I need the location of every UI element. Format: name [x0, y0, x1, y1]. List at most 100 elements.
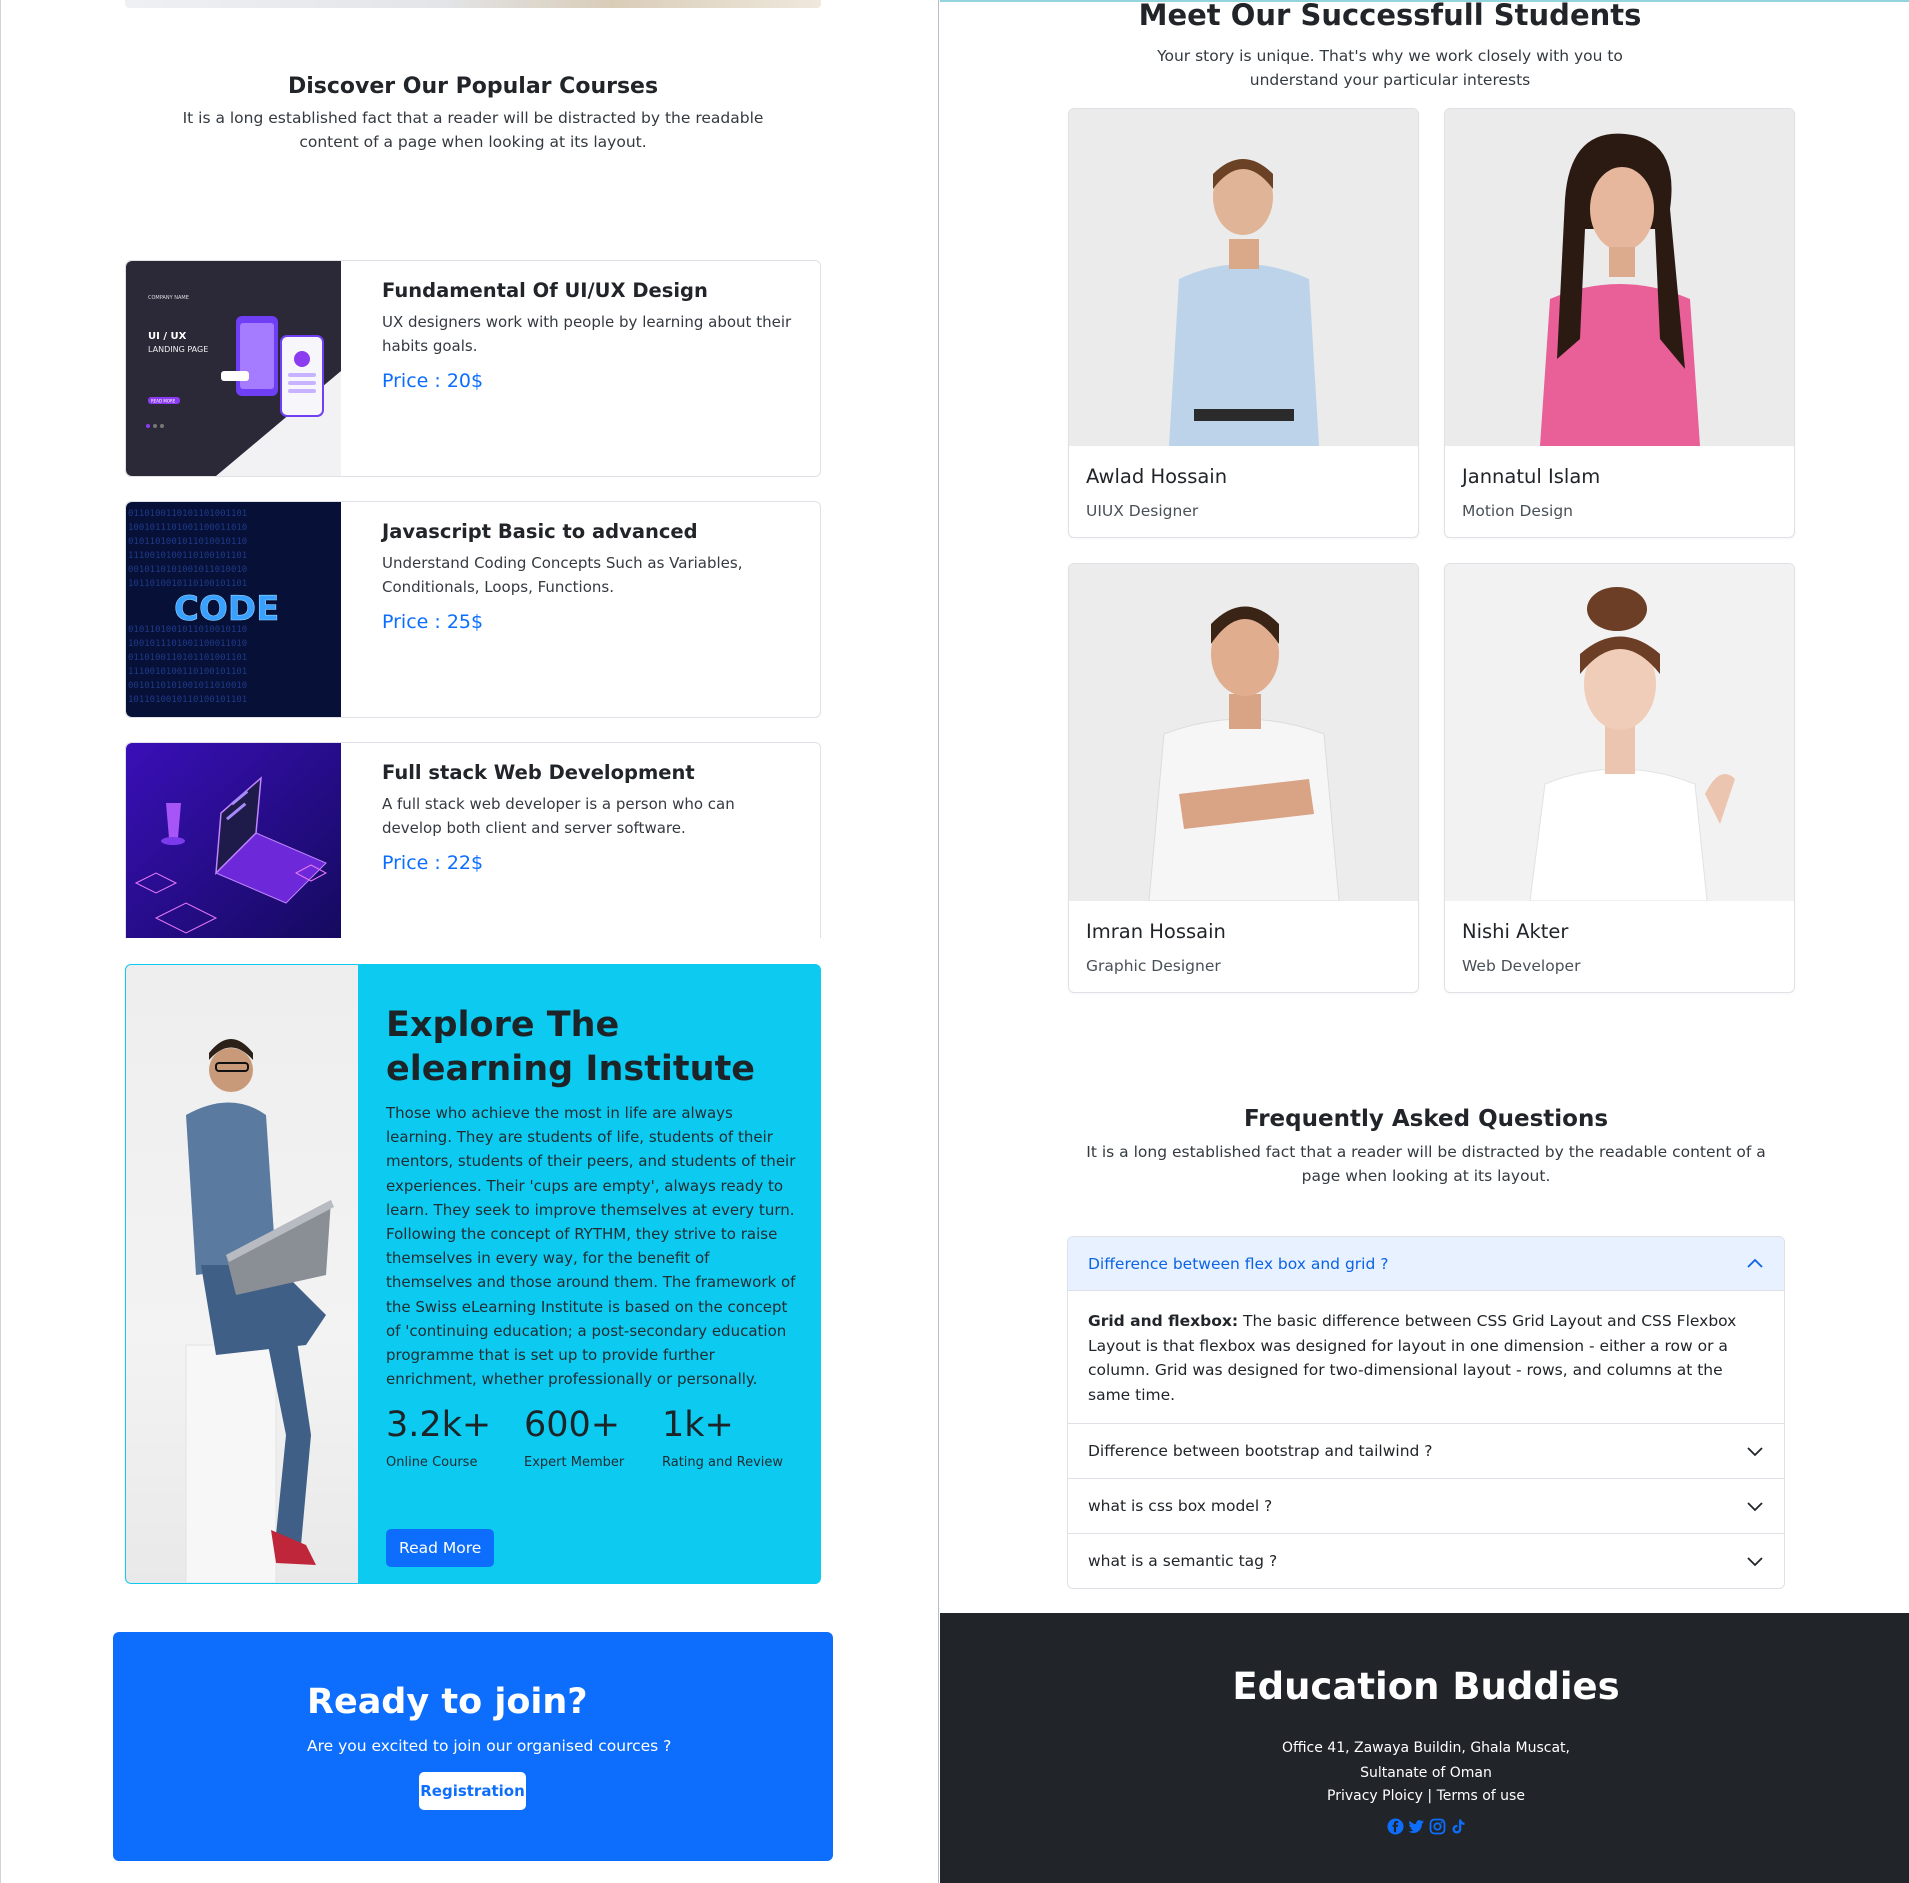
accordion-toggle[interactable]: Difference between bootstrap and tailwin…: [1068, 1424, 1784, 1478]
accordion-question: what is css box model ?: [1088, 1497, 1273, 1515]
course-title: Full stack Web Development: [382, 761, 695, 784]
students-section-subtitle: Your story is unique. That's why we work…: [940, 44, 1840, 92]
svg-text:0101101001011010010110: 0101101001011010010110: [128, 537, 247, 547]
stat-value: 1k+: [662, 1405, 734, 1446]
thumb-button: READ MORE: [151, 399, 176, 404]
chevron-up-icon: [1747, 1258, 1763, 1268]
student-role: Motion Design: [1462, 502, 1573, 520]
courses-section-subtitle: It is a long established fact that a rea…: [182, 109, 764, 151]
course-price: Price : 22$: [382, 852, 484, 874]
join-title: Ready to join?: [307, 1682, 588, 1722]
social-icons: [1387, 1818, 1467, 1835]
course-thumbnail-code: 0110100110101101001101 10010111010011000…: [126, 502, 341, 717]
join-section: Ready to join? Are you excited to join o…: [113, 1632, 833, 1861]
svg-text:0010110101001011010010: 0010110101001011010010: [128, 681, 247, 691]
student-name: Jannatul Islam: [1462, 465, 1601, 488]
registration-button[interactable]: Registration: [419, 1772, 526, 1810]
stats-row: 3.2k+ Online Course 600+ Expert Member 1…: [386, 1405, 800, 1470]
accordion-toggle[interactable]: Difference between flex box and grid ?: [1068, 1237, 1784, 1291]
privacy-policy-link[interactable]: Privacy Ploicy: [1327, 1788, 1423, 1804]
footer-links: Privacy Ploicy | Terms of use: [940, 1788, 1909, 1804]
svg-text:0110100110101101001101: 0110100110101101001101: [128, 653, 247, 663]
terms-of-use-link[interactable]: Terms of use: [1437, 1788, 1525, 1804]
footer-address-line: Office 41, Zawaya Buildin, Ghala Muscat,: [1281, 1740, 1571, 1756]
facebook-icon[interactable]: [1387, 1818, 1404, 1835]
svg-text:0110100110101101001101: 0110100110101101001101: [128, 509, 247, 519]
student-photo: [1445, 109, 1794, 446]
course-title: Fundamental Of UI/UX Design: [382, 279, 708, 302]
accordion-toggle[interactable]: what is css box model ?: [1068, 1479, 1784, 1533]
stat-label: Expert Member: [524, 1455, 625, 1471]
course-title: Javascript Basic to advanced: [382, 520, 698, 543]
answer-bold-lead: Grid and flexbox:: [1088, 1312, 1239, 1330]
stat-value: 600+: [524, 1405, 621, 1446]
accordion-question: what is a semantic tag ?: [1088, 1552, 1278, 1570]
students-subtitle-line: Your story is unique. That's why we work…: [1157, 47, 1623, 65]
faq-subtitle: It is a long established fact that a rea…: [1086, 1143, 1766, 1185]
thumb-sub: LANDING PAGE: [148, 345, 208, 354]
course-thumbnail-laptop: [126, 743, 341, 938]
course-description: A full stack web developer is a person w…: [382, 795, 735, 837]
accordion-toggle[interactable]: what is a semantic tag ?: [1068, 1534, 1784, 1588]
accordion-question: Difference between flex box and grid ?: [1088, 1254, 1389, 1273]
course-card[interactable]: 0110100110101101001101 10010111010011000…: [125, 501, 821, 718]
join-subtitle: Are you excited to join our organised co…: [307, 1737, 672, 1755]
footer-address: Office 41, Zawaya Buildin, Ghala Muscat,…: [940, 1736, 1909, 1786]
svg-text:1001011101001100011010: 1001011101001100011010: [128, 523, 247, 533]
top-banner-image: [125, 0, 821, 8]
student-with-laptop-image: [126, 965, 358, 1583]
left-page: Discover Our Popular Courses It is a lon…: [0, 0, 939, 1883]
svg-text:0010110101001011010010: 0010110101001011010010: [128, 565, 247, 575]
accordion-item: Difference between flex box and grid ? G…: [1068, 1237, 1784, 1424]
tiktok-icon[interactable]: [1450, 1818, 1467, 1835]
student-role: Graphic Designer: [1086, 957, 1221, 975]
accordion-answer: Grid and flexbox: The basic difference b…: [1068, 1291, 1784, 1423]
accordion-item: what is css box model ?: [1068, 1479, 1784, 1534]
chevron-down-icon: [1747, 1557, 1763, 1567]
explore-text: Those who achieve the most in life are a…: [386, 1104, 796, 1389]
courses-section-header: Discover Our Popular Courses It is a lon…: [125, 74, 821, 154]
thumb-code-word: CODE: [174, 589, 279, 629]
student-photo: [1445, 564, 1794, 901]
twitter-icon[interactable]: [1408, 1818, 1425, 1835]
student-name: Imran Hossain: [1086, 920, 1226, 943]
stat-label: Rating and Review: [662, 1455, 784, 1471]
course-price: Price : 20$: [382, 370, 484, 392]
course-card[interactable]: COMPANY NAME UI / UX LANDING PAGE READ M…: [125, 260, 821, 477]
faq-accordion: Difference between flex box and grid ? G…: [1067, 1236, 1785, 1589]
student-card: Imran Hossain Graphic Designer: [1068, 563, 1419, 993]
student-role: Web Developer: [1462, 957, 1581, 975]
course-card[interactable]: Full stack Web Development A full stack …: [125, 742, 821, 938]
students-section-title: Meet Our Successfull Students: [1138, 0, 1642, 32]
stat-item: 3.2k+ Online Course: [386, 1405, 524, 1470]
stat-item: 600+ Expert Member: [524, 1405, 662, 1470]
student-photo: [1069, 109, 1418, 446]
student-photo: [1069, 564, 1418, 901]
students-subtitle-line: understand your particular interests: [1249, 71, 1531, 89]
thumb-heading: UI / UX: [148, 331, 187, 342]
instagram-icon[interactable]: [1429, 1818, 1446, 1835]
svg-text:1011010010110100101101: 1011010010110100101101: [128, 579, 247, 589]
svg-text:1110010100110100101101: 1110010100110100101101: [128, 551, 247, 561]
footer-link-separator: |: [1427, 1788, 1433, 1804]
stat-item: 1k+ Rating and Review: [662, 1405, 800, 1470]
explore-section: Explore The elearning Institute Those wh…: [125, 964, 821, 1584]
course-price: Price : 25$: [382, 611, 484, 633]
accordion-item: what is a semantic tag ?: [1068, 1534, 1784, 1588]
accordion-question: Difference between bootstrap and tailwin…: [1088, 1442, 1433, 1460]
chevron-down-icon: [1747, 1447, 1763, 1457]
course-description: UX designers work with people by learnin…: [382, 313, 792, 355]
footer: Education Buddies Office 41, Zawaya Buil…: [940, 1613, 1909, 1883]
course-description: Understand Coding Concepts Such as Varia…: [382, 554, 743, 596]
student-card: Nishi Akter Web Developer: [1444, 563, 1795, 993]
faq-header: Frequently Asked Questions It is a long …: [1067, 1106, 1785, 1188]
explore-title: Explore The elearning Institute: [386, 1005, 756, 1089]
svg-text:1001011101001100011010: 1001011101001100011010: [128, 639, 247, 649]
svg-text:1110010100110100101101: 1110010100110100101101: [128, 667, 247, 677]
chevron-down-icon: [1747, 1502, 1763, 1512]
accordion-item: Difference between bootstrap and tailwin…: [1068, 1424, 1784, 1479]
course-thumbnail-uiux: COMPANY NAME UI / UX LANDING PAGE READ M…: [126, 261, 341, 476]
svg-text:1011010010110100101101: 1011010010110100101101: [128, 695, 247, 705]
student-role: UIUX Designer: [1086, 502, 1199, 520]
read-more-button[interactable]: Read More: [386, 1529, 495, 1567]
